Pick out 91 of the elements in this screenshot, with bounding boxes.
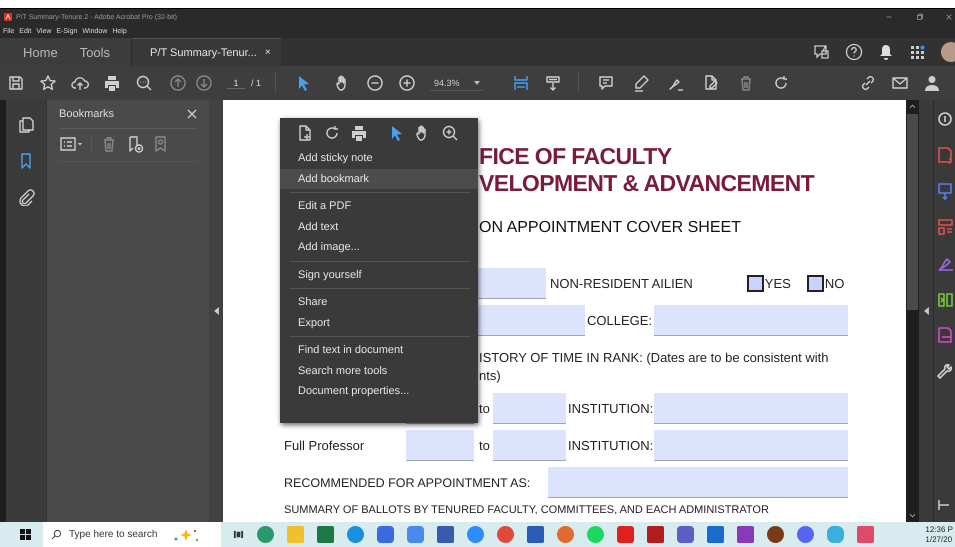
compress-icon[interactable] [936,290,954,308]
document-heading: VELOPMENT & ADVANCEMENT [479,170,816,197]
checkbox-label: NO [824,276,844,291]
menu-item[interactable]: Add sticky note [280,148,478,168]
arrow-down-icon[interactable] [195,74,213,92]
checkbox[interactable] [806,275,824,292]
input-field[interactable] [406,430,474,461]
clock-date[interactable]: 1/27/20 [925,534,953,544]
scroll-icon[interactable] [544,74,562,92]
input-field[interactable] [548,467,848,498]
zoom-in-icon[interactable] [441,124,459,142]
close-icon[interactable] [945,13,953,21]
input-field[interactable] [478,268,546,299]
tab[interactable]: Tools [68,38,132,66]
input-field[interactable] [493,430,566,461]
link-icon[interactable] [859,74,877,92]
tab[interactable]: P/T Summary-Tenur... × [132,38,281,66]
clock-time[interactable]: 12:36 P [925,524,953,534]
scroll-up-icon[interactable] [909,104,916,109]
layout-icon[interactable] [936,218,954,236]
document-subtitle: ON APPOINTMENT COVER SHEET [479,218,742,238]
menu-item[interactable]: Search more tools [280,360,478,381]
document-text: nts) [479,367,502,385]
document-text: ISTORY OF TIME IN RANK: (Dates are to be consistent with [479,349,830,367]
search-icon [51,529,62,540]
field-label: COLLEGE: [587,313,654,328]
collapse-left-icon[interactable] [214,307,218,315]
menu-item[interactable]: Edit a PDF [280,196,478,216]
app-logo-icon [4,13,12,21]
user-icon[interactable] [923,74,941,92]
menu-item[interactable]: Document properties... [280,381,478,402]
fit-page-icon[interactable] [512,74,530,92]
feedback-icon[interactable] [813,43,831,61]
avatar[interactable] [941,42,955,62]
zoom-in-icon[interactable] [398,74,416,92]
menu-item[interactable]: Find text in document [280,340,478,360]
caret-icon [474,80,480,84]
options-icon[interactable] [59,135,83,153]
input-field[interactable] [654,305,848,336]
scroll-down-icon[interactable] [909,513,916,518]
menu-item[interactable]: Add text [280,216,478,237]
document-heading: FICE OF FACULTY [479,143,672,170]
menu-item[interactable]: Sign yourself [280,264,478,285]
collapse-right-icon[interactable] [924,307,928,315]
paperclip-icon[interactable] [17,188,35,206]
input-field[interactable] [654,393,848,424]
tab[interactable]: Home [0,38,69,66]
comment-icon[interactable] [596,74,615,92]
app-icon[interactable] [377,526,394,543]
app-icon[interactable] [347,526,364,543]
star-icon[interactable] [39,74,57,92]
menu-item[interactable]: Add image... [280,237,478,258]
input-field[interactable] [478,305,585,336]
page-number-field[interactable]: 1 [227,78,245,88]
eye-icon[interactable] [936,110,954,128]
panel-title: Bookmarks [59,108,114,120]
restore-icon[interactable] [915,13,923,21]
app-icon[interactable] [407,526,424,543]
input-field[interactable] [493,393,566,424]
help-icon[interactable] [845,43,863,61]
close-icon[interactable] [187,109,197,119]
wrench-icon[interactable] [936,362,954,380]
pages-icon[interactable] [17,116,35,134]
save-icon[interactable] [7,74,25,92]
print-icon[interactable] [103,74,121,92]
print-icon[interactable] [350,124,368,142]
cloud-upload-icon[interactable] [71,74,89,92]
field-label: INSTITUTION: [568,438,654,453]
field-label: INSTITUTION: [568,401,654,416]
zoom-out-icon[interactable] [366,74,384,92]
field-label: Full Professor [284,438,364,452]
arrow-up-icon[interactable] [169,74,187,92]
menu-item[interactable]: Add bookmark [280,168,478,189]
search-icon[interactable] [135,74,153,92]
checkbox[interactable] [746,275,764,292]
page-total: / 1 [251,78,262,88]
input-field[interactable] [654,430,848,461]
field-label: NON-RESIDENT AILIEN [550,276,693,291]
scrollbar-thumb[interactable] [907,114,918,310]
field-label: to [479,401,491,416]
windows-start-icon[interactable] [20,529,31,540]
task-view-icon[interactable] [233,529,244,540]
menu-item[interactable]: Share [280,292,478,312]
search-field[interactable]: Type here to search [43,522,221,547]
menu-item[interactable]: Export [280,312,478,333]
checkbox-label: YES [764,276,791,291]
apps-grid-icon[interactable] [909,43,927,61]
section-heading: SUMMARY OF BALLOTS BY TENURED FACULTY, COMMITTEES, AND EACH ADMINISTRATOR [284,504,770,517]
field-label: to [479,438,491,453]
zoom-dropdown[interactable]: 94.3% [430,76,484,90]
field-label: RECOMMENDED FOR APPOINTMENT AS: [284,476,532,490]
